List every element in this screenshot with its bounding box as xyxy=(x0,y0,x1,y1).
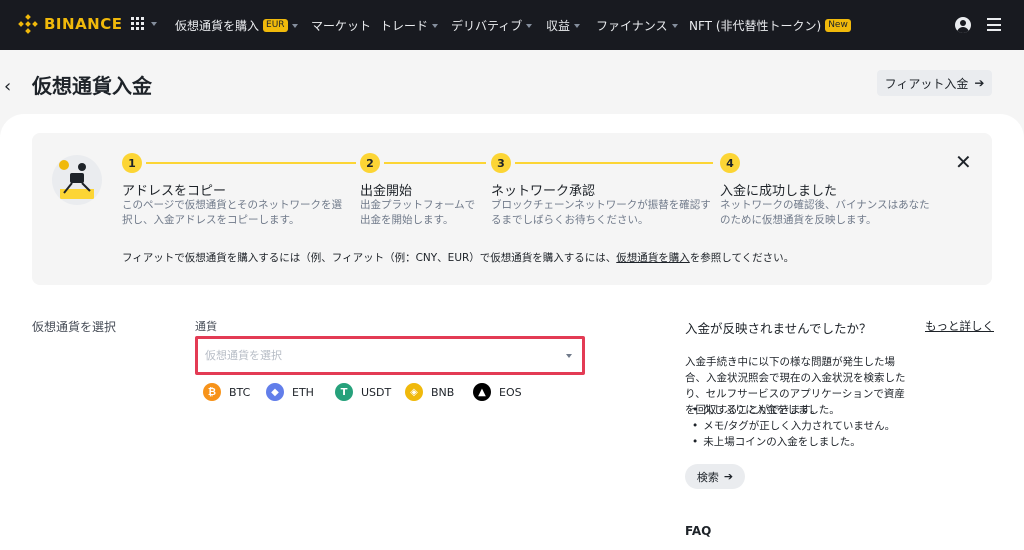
bnb-icon: ◈ xyxy=(405,383,423,401)
binance-logo-icon xyxy=(18,14,38,34)
grid-icon xyxy=(131,17,144,30)
currency-badge: EUR xyxy=(263,19,288,32)
deposit-help-list: 久しぶりに入金をしました。 メモ/タグが正しく入力されていません。 未上場コイン… xyxy=(692,402,895,450)
coin-chip-eth[interactable]: ◆ ETH xyxy=(266,383,314,401)
btc-icon: ₿ xyxy=(203,383,221,401)
eth-icon: ◆ xyxy=(266,383,284,401)
coin-symbol: BTC xyxy=(229,385,251,399)
nav-item-label: デリバティブ xyxy=(451,19,523,33)
coin-symbol: BNB xyxy=(431,385,455,399)
usdt-icon: T xyxy=(335,383,353,401)
nav-item-label: ファイナンス xyxy=(596,19,668,33)
new-badge: New xyxy=(825,19,851,32)
search-button-label: 検索 xyxy=(696,470,719,484)
crypto-select-placeholder: 仮想通貨を選択 xyxy=(205,349,282,362)
nav-item-trade[interactable]: トレード xyxy=(380,17,439,34)
currency-field-label: 通貨 xyxy=(195,320,217,333)
nav-item-label: トレード xyxy=(380,19,429,33)
step-description: ブロックチェーンネットワークが振替を確認するまでしばらくお待ちください。 xyxy=(491,199,711,226)
crypto-select[interactable]: 仮想通貨を選択 xyxy=(195,336,585,375)
nav-item-label: マーケット xyxy=(311,19,372,33)
step-number: 1 xyxy=(122,153,142,173)
coin-chip-btc[interactable]: ₿ BTC xyxy=(203,383,250,401)
step-number: 2 xyxy=(360,153,380,173)
list-item: 久しぶりに入金をしました。 xyxy=(692,402,895,418)
nav-item-finance[interactable]: ファイナンス xyxy=(596,17,678,34)
nav-item-label: 仮想通貨を購入 xyxy=(175,19,260,33)
step-title: 出金開始 xyxy=(360,184,413,199)
fiat-note-text: フィアットで仮想通貨を購入するには（例、フィアット（例：CNY、EUR）で仮想通… xyxy=(122,252,617,264)
fiat-note-suffix: を参照してください。 xyxy=(689,252,795,264)
coin-chip-eos[interactable]: ▲ EOS xyxy=(473,383,522,401)
step-connector xyxy=(515,162,713,164)
step-description: ネットワークの確認後、バイナンスはあなたのために仮想通貨を反映します。 xyxy=(720,199,930,226)
list-item: メモ/タグが正しく入力されていません。 xyxy=(692,418,895,434)
step-number: 4 xyxy=(720,153,740,173)
select-crypto-section-label: 仮想通貨を選択 xyxy=(32,320,117,334)
page-title: 仮想通貨入金 xyxy=(32,74,152,98)
coin-symbol: USDT xyxy=(361,385,392,399)
nav-item-buy-crypto[interactable]: 仮想通貨を購入 EUR xyxy=(175,17,298,34)
chevron-down-icon xyxy=(291,23,298,28)
step-connector xyxy=(384,162,486,164)
list-item: 未上場コインの入金をしました。 xyxy=(692,434,895,450)
deposit-help-title: 入金が反映されませんでしたか？ xyxy=(685,321,872,336)
nav-item-label: NFT (非代替性トークン) xyxy=(689,19,822,33)
nav-item-markets[interactable]: マーケット xyxy=(311,17,371,34)
coin-symbol: EOS xyxy=(499,385,522,399)
user-icon[interactable] xyxy=(955,17,971,33)
chevron-down-icon xyxy=(566,354,572,358)
step-number: 3 xyxy=(491,153,511,173)
chevron-down-icon xyxy=(151,21,157,26)
eos-icon: ▲ xyxy=(473,383,491,401)
fiat-purchase-note: フィアットで仮想通貨を購入するには（例、フィアット（例：CNY、EUR）で仮想通… xyxy=(122,250,794,265)
chevron-down-icon xyxy=(432,23,439,28)
top-navbar: BINANCE 仮想通貨を購入 EUR マーケット トレード デリバティブ 収益… xyxy=(0,0,1024,50)
fiat-deposit-label: フィアット入金 xyxy=(884,76,969,91)
arrow-right-icon: ➔ xyxy=(723,470,734,483)
brand-name: BINANCE xyxy=(44,15,123,33)
hamburger-menu-icon[interactable] xyxy=(987,18,1001,31)
coin-symbol: ETH xyxy=(292,385,314,399)
binance-logo[interactable]: BINANCE xyxy=(18,14,123,34)
chevron-down-icon xyxy=(574,23,581,28)
step-title: ネットワーク承認 xyxy=(491,184,596,199)
step-connector xyxy=(146,162,356,164)
buy-crypto-link[interactable]: 仮想通貨を購入 xyxy=(616,252,690,264)
step-title: アドレスをコピー xyxy=(122,184,227,199)
nav-item-derivatives[interactable]: デリバティブ xyxy=(451,17,533,34)
back-arrow-icon[interactable]: ‹ xyxy=(4,76,11,97)
arrow-right-icon: ➔ xyxy=(974,76,985,90)
coin-chip-bnb[interactable]: ◈ BNB xyxy=(405,383,454,401)
close-icon[interactable]: ✕ xyxy=(955,150,972,174)
chevron-down-icon xyxy=(526,23,533,28)
step-description: 出金プラットフォームで出金を開始します。 xyxy=(360,199,476,226)
nav-item-nft[interactable]: NFT (非代替性トークン) New xyxy=(689,17,851,34)
chevron-down-icon xyxy=(671,23,678,28)
step-description: このページで仮想通貨とそのネットワークを選択し、入金アドレスをコピーします。 xyxy=(122,199,342,226)
step-title: 入金に成功しました xyxy=(720,184,838,199)
deposit-illustration xyxy=(52,155,102,205)
apps-menu[interactable] xyxy=(131,17,157,30)
faq-heading: FAQ xyxy=(685,524,712,538)
nav-item-earn[interactable]: 収益 xyxy=(546,17,581,34)
learn-more-link[interactable]: もっと詳しく xyxy=(925,318,994,334)
nav-item-label: 収益 xyxy=(546,19,571,33)
search-button[interactable]: 検索 ➔ xyxy=(685,464,745,489)
coin-chip-usdt[interactable]: T USDT xyxy=(335,383,391,401)
fiat-deposit-button[interactable]: フィアット入金 ➔ xyxy=(877,70,992,96)
